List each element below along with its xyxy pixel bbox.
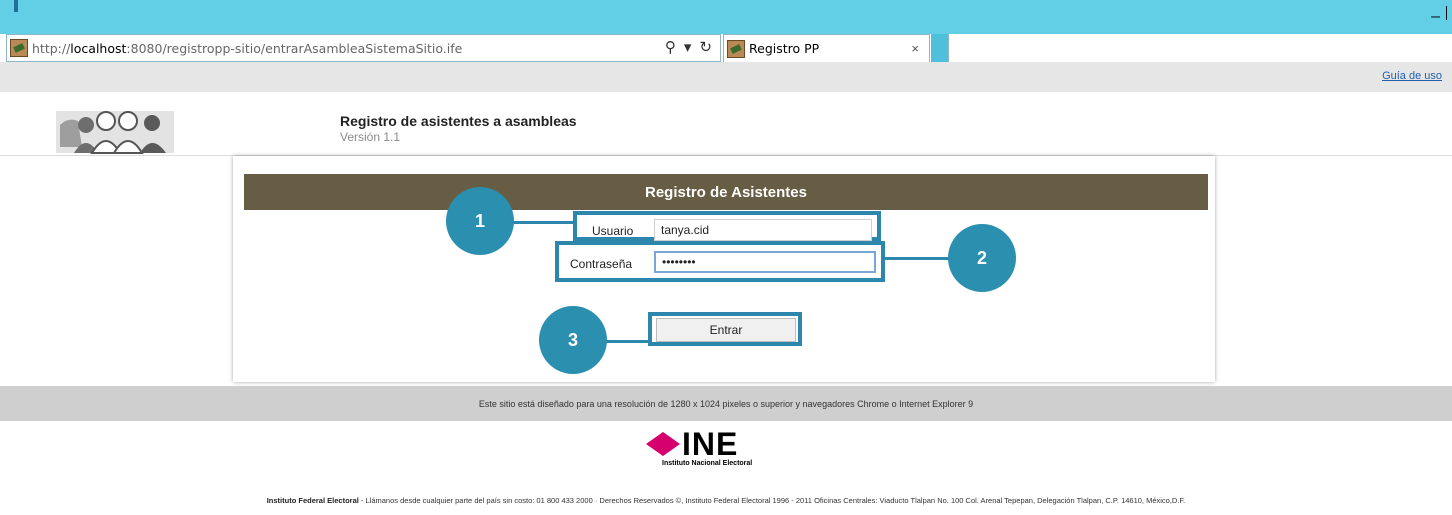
url-text[interactable]: http://localhost:8080/registropp-sitio/e… xyxy=(32,41,462,56)
ine-logo-text: INE xyxy=(682,426,739,462)
form-title: Registro de Asistentes xyxy=(244,174,1208,210)
search-icon[interactable]: ⚲ xyxy=(665,38,676,56)
footer-org-details: - Llámanos desde cualquier parte del paí… xyxy=(358,496,1186,505)
titlebar-accent xyxy=(14,0,18,12)
maximize-icon[interactable] xyxy=(1446,6,1452,20)
callout-1: 1 xyxy=(446,187,514,255)
browser-tab[interactable]: Registro PP × xyxy=(723,34,930,62)
submit-button[interactable]: Entrar xyxy=(656,318,796,342)
ine-diamond-icon xyxy=(646,432,680,456)
browser-titlebar: – xyxy=(0,0,1452,34)
callout-connector-2 xyxy=(882,257,950,260)
footer-org-name: Instituto Federal Electoral xyxy=(266,496,359,505)
ine-logo: INE Instituto Nacional Electoral xyxy=(646,426,796,470)
app-version: Versión 1.1 xyxy=(340,130,401,144)
tab-title: Registro PP xyxy=(749,41,820,56)
site-favicon-icon xyxy=(10,39,28,57)
top-toolbar xyxy=(0,62,1452,92)
app-title: Registro de asistentes a asambleas xyxy=(340,113,577,129)
guide-link[interactable]: Guía de uso xyxy=(1382,70,1442,82)
page-header xyxy=(0,92,1452,156)
minimize-icon[interactable]: – xyxy=(1431,8,1440,26)
password-input[interactable] xyxy=(654,251,876,273)
home-icon[interactable]: ⌂ xyxy=(1440,38,1452,60)
footer-contact: Instituto Federal Electoral - Llámanos d… xyxy=(0,496,1452,505)
password-label: Contraseña xyxy=(570,257,633,271)
ine-logo-subtitle: Instituto Nacional Electoral xyxy=(662,460,753,467)
callout-connector-3 xyxy=(600,340,650,343)
close-icon[interactable]: × xyxy=(911,41,919,56)
address-controls: ⚲ ▾ ↻ xyxy=(665,38,712,56)
tab-favicon-icon xyxy=(727,39,745,58)
chevron-down-icon[interactable]: ▾ xyxy=(684,38,692,56)
new-tab-button[interactable] xyxy=(931,34,949,62)
user-label: Usuario xyxy=(592,224,634,238)
resolution-notice: Este sitio está diseñado para una resolu… xyxy=(0,386,1452,421)
callout-2: 2 xyxy=(948,224,1016,292)
refresh-icon[interactable]: ↻ xyxy=(699,38,712,56)
address-bar[interactable]: http://localhost:8080/registropp-sitio/e… xyxy=(6,34,721,62)
app-logo xyxy=(56,111,174,154)
callout-3: 3 xyxy=(539,306,607,374)
username-input[interactable] xyxy=(654,219,872,241)
